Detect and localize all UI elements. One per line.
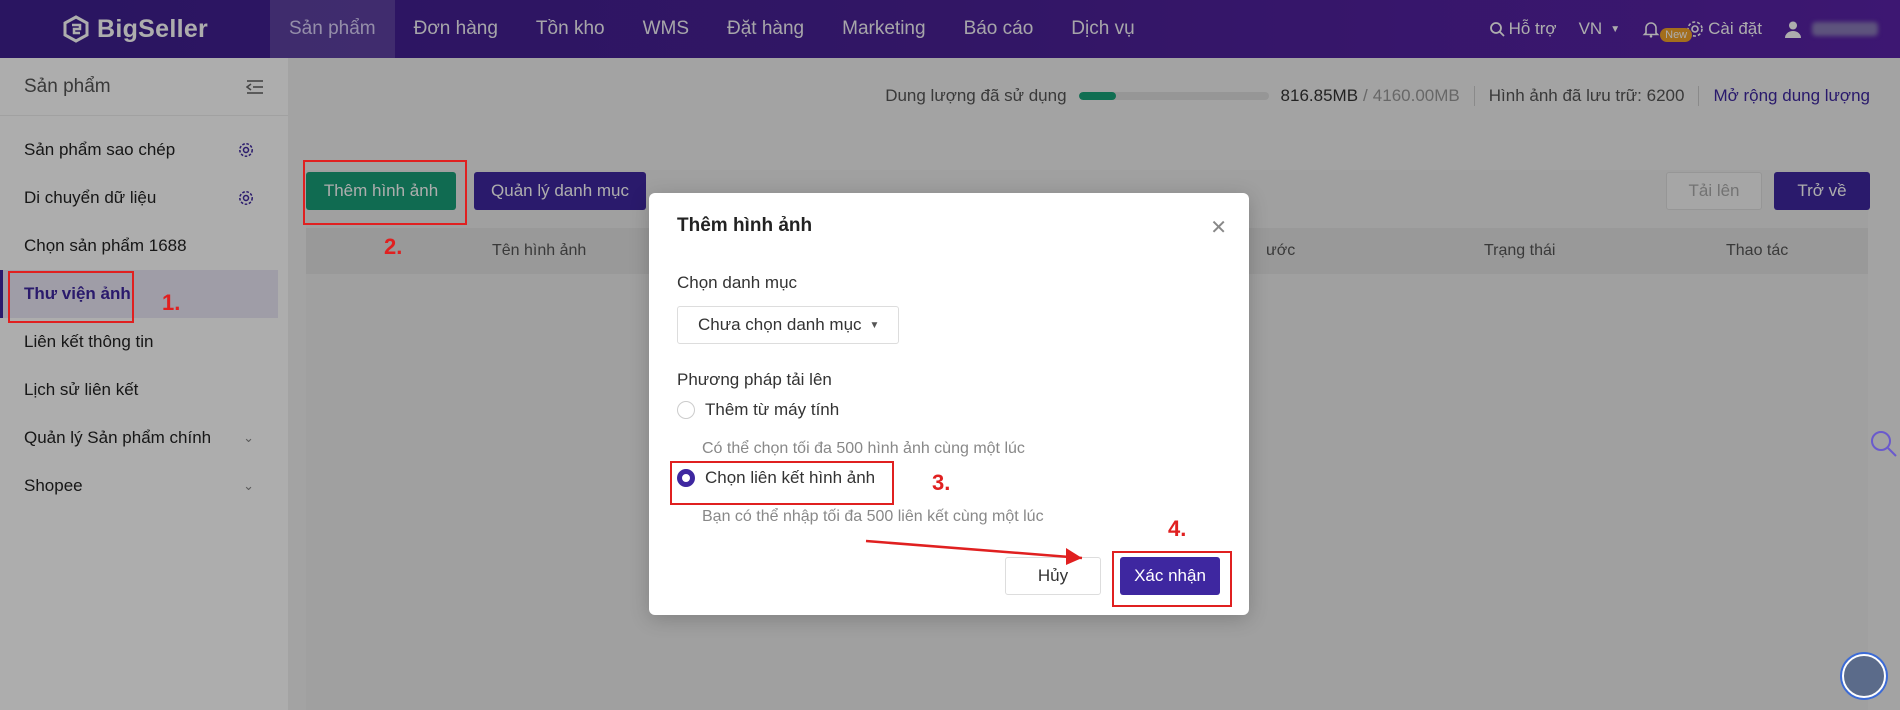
annotation-step-1: 1. [162,290,181,315]
search-icon[interactable] [1868,428,1898,458]
from-computer-hint: Có thể chọn tối đa 500 hình ảnh cùng một… [702,440,1025,457]
annotation-step-3: 3. [932,470,951,495]
annotation-box-2 [303,160,467,225]
radio-from-computer[interactable]: Thêm từ máy tính [677,400,839,420]
radio-unchecked[interactable] [677,401,695,419]
radio-from-computer-label: Thêm từ máy tính [705,400,840,419]
annotation-step-2: 2. [384,234,403,259]
caret-down-icon: ▼ [869,319,880,331]
annotation-step-4: 4. [1168,516,1187,541]
category-value: Chưa chọn danh mục [698,315,862,334]
support-avatar[interactable] [1842,654,1886,698]
annotation-arrow [865,539,1083,565]
close-icon[interactable]: ✕ [1210,215,1227,240]
image-link-hint: Bạn có thể nhập tối đa 500 liên kết cùng… [702,508,1044,525]
annotation-box-1 [8,271,134,323]
category-label: Chọn danh mục [677,273,798,292]
category-select[interactable]: Chưa chọn danh mục ▼ [677,306,899,344]
dialog-title: Thêm hình ảnh [677,215,813,236]
annotation-box-3 [670,461,894,505]
upload-method-label: Phương pháp tải lên [677,370,832,389]
annotation-box-4 [1112,551,1232,607]
